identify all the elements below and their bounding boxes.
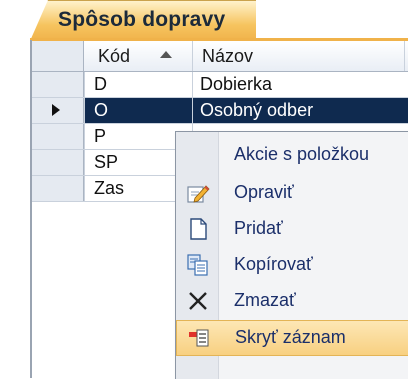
column-header-kod[interactable]: Kód — [98, 46, 130, 67]
new-document-icon — [186, 217, 210, 241]
table-row[interactable]: D Dobierka — [32, 72, 408, 97]
table-row-selected[interactable]: O Osobný odber — [84, 98, 408, 123]
row-header[interactable] — [32, 124, 84, 149]
menu-item-label: Skryť záznam — [235, 327, 346, 347]
corner-header — [32, 41, 84, 71]
menu-item-label: Zmazať — [234, 290, 296, 310]
menu-item-pridat[interactable]: Pridať — [176, 212, 408, 248]
cell-code: O — [94, 100, 109, 120]
row-header[interactable] — [32, 72, 84, 97]
row-header[interactable] — [32, 150, 84, 175]
cell-code: Zas — [94, 178, 125, 198]
menu-item-skryt-zaznam[interactable]: Skryť záznam — [176, 320, 408, 356]
edit-icon — [186, 181, 210, 205]
cell-code: SP — [94, 152, 119, 172]
copy-icon — [186, 253, 210, 277]
menu-item-label: Opraviť — [234, 182, 294, 202]
hide-record-icon — [187, 326, 211, 350]
cell-name: Dobierka — [200, 74, 273, 94]
row-header[interactable] — [32, 176, 84, 201]
cell-code: P — [94, 126, 107, 146]
menu-item-label: Pridať — [234, 218, 283, 238]
sort-ascending-icon — [160, 51, 172, 58]
current-row-indicator-icon — [52, 104, 60, 116]
column-header-nazov[interactable]: Názov — [202, 46, 253, 67]
menu-item-kopirovat[interactable]: Kopírovať — [176, 248, 408, 284]
menu-header: Akcie s položkou — [176, 132, 408, 176]
column-header-row: Kód Názov — [32, 41, 408, 72]
cell-code: D — [94, 74, 107, 94]
menu-item-opravit[interactable]: Opraviť — [176, 176, 408, 212]
delete-icon — [186, 289, 210, 313]
menu-item-zmazat[interactable]: Zmazať — [176, 284, 408, 320]
menu-header-label: Akcie s položkou — [234, 144, 370, 164]
cell-name: Osobný odber — [200, 100, 314, 120]
row-header[interactable] — [32, 98, 84, 123]
context-menu: Akcie s položkou Opraviť Pridať Kopírova… — [175, 131, 408, 379]
tab-title: Spôsob dopravy — [58, 8, 226, 31]
menu-item-label: Kopírovať — [234, 254, 313, 274]
